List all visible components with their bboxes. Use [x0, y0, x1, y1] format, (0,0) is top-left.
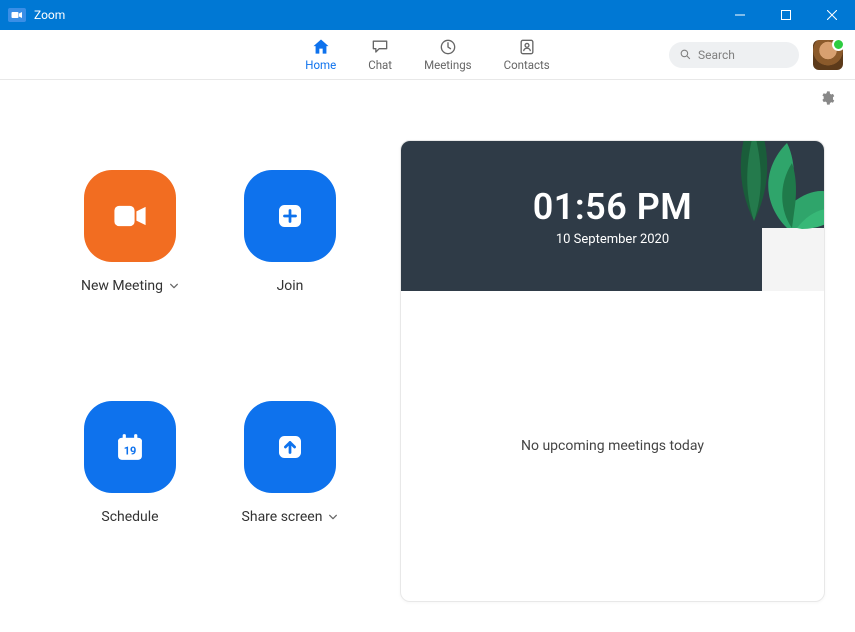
chevron-down-icon — [169, 281, 179, 291]
new-meeting-label-row[interactable]: New Meeting — [81, 278, 179, 294]
plant-pot-decor-icon — [732, 141, 824, 291]
search-input[interactable]: Search — [669, 42, 799, 68]
clock-date: 10 September 2020 — [556, 232, 669, 247]
new-meeting-button[interactable] — [84, 170, 176, 262]
clock-panel: 01:56 PM 10 September 2020 — [401, 141, 824, 291]
window-close-button[interactable] — [809, 0, 855, 30]
avatar[interactable] — [813, 40, 843, 70]
contacts-icon — [517, 37, 537, 57]
video-icon — [108, 194, 152, 238]
action-share-screen: Share screen — [210, 401, 370, 602]
tab-label: Home — [305, 58, 336, 72]
chevron-down-icon — [328, 512, 338, 522]
home-icon — [311, 37, 331, 57]
calendar-icon: 19 — [108, 425, 152, 469]
clock-icon — [438, 37, 458, 57]
action-label-text: Share screen — [242, 509, 323, 525]
zoom-app-icon — [8, 8, 26, 22]
window-titlebar: Zoom — [0, 0, 855, 30]
action-label-text: Join — [277, 278, 304, 294]
tab-label: Chat — [368, 58, 392, 72]
window-maximize-button[interactable] — [763, 0, 809, 30]
schedule-button[interactable]: 19 — [84, 401, 176, 493]
tab-meetings[interactable]: Meetings — [424, 37, 472, 72]
main-content: New Meeting Join — [0, 110, 855, 632]
tab-chat[interactable]: Chat — [368, 37, 392, 72]
search-placeholder: Search — [698, 48, 735, 62]
share-arrow-icon — [268, 425, 312, 469]
tab-label: Contacts — [504, 58, 550, 72]
chat-icon — [370, 37, 390, 57]
join-button[interactable] — [244, 170, 336, 262]
empty-state-text: No upcoming meetings today — [521, 438, 704, 454]
share-screen-label-row[interactable]: Share screen — [242, 509, 339, 525]
action-join: Join — [210, 170, 370, 371]
window-title: Zoom — [34, 8, 65, 22]
top-navigation: Home Chat Meetings Contacts Search — [0, 30, 855, 80]
calendar-day: 19 — [124, 444, 137, 457]
tab-home[interactable]: Home — [305, 37, 336, 72]
search-icon — [679, 48, 692, 61]
window-minimize-button[interactable] — [717, 0, 763, 30]
gear-icon — [819, 90, 835, 106]
action-grid: New Meeting Join — [30, 140, 370, 602]
clock-time: 01:56 PM — [533, 186, 693, 228]
action-schedule: 19 Schedule — [50, 401, 210, 602]
settings-button[interactable] — [819, 90, 835, 110]
action-label-text: New Meeting — [81, 278, 163, 294]
plus-icon — [268, 194, 312, 238]
action-label-text: Schedule — [101, 509, 158, 525]
share-screen-button[interactable] — [244, 401, 336, 493]
upcoming-panel: 01:56 PM 10 September 2020 No upcoming m… — [400, 140, 825, 602]
tab-label: Meetings — [424, 58, 472, 72]
action-new-meeting: New Meeting — [50, 170, 210, 371]
tab-contacts[interactable]: Contacts — [504, 37, 550, 72]
